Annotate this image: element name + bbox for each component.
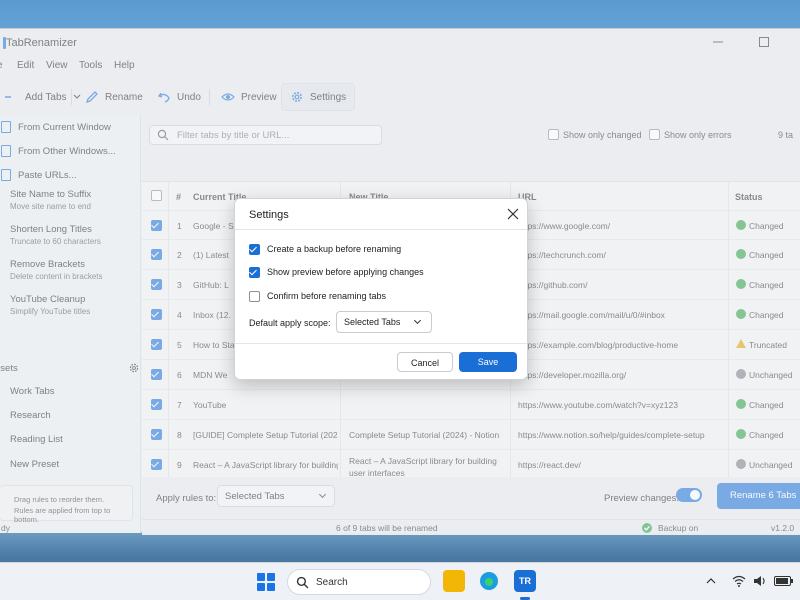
windows-logo-icon	[267, 573, 275, 581]
windows-logo-icon	[267, 583, 275, 591]
setting-checkbox[interactable]	[249, 291, 260, 302]
taskbar-search-label: Search	[316, 577, 348, 588]
wifi-icon[interactable]	[732, 575, 746, 587]
chevron-up-icon[interactable]	[706, 577, 716, 585]
chevron-down-icon	[413, 316, 422, 325]
search-icon	[296, 576, 309, 589]
speaker-icon[interactable]	[753, 575, 767, 587]
setting-label: Confirm before renaming tabs	[267, 291, 387, 301]
setting-option[interactable]: Confirm before renaming tabs	[249, 289, 509, 305]
setting-option[interactable]: Create a backup before renaming	[249, 242, 509, 258]
close-icon[interactable]	[507, 208, 519, 220]
default-scope-select[interactable]: Selected Tabs	[336, 311, 432, 333]
dialog-divider	[235, 229, 527, 230]
setting-checkbox[interactable]	[249, 244, 260, 255]
taskbar: Search TR	[0, 562, 800, 600]
taskbar-search[interactable]: Search	[287, 569, 431, 595]
setting-label: Show preview before applying changes	[267, 267, 424, 277]
scope-label: Default apply scope:	[249, 318, 331, 328]
checkmark-icon	[249, 267, 257, 276]
dialog-title: Settings	[249, 209, 289, 221]
setting-option[interactable]: Show preview before applying changes	[249, 265, 509, 281]
checkmark-icon	[249, 244, 257, 253]
windows-logo-icon	[257, 573, 265, 581]
battery-icon[interactable]	[774, 576, 794, 586]
edge-browser-icon[interactable]	[478, 570, 500, 592]
windows-logo-icon	[257, 583, 265, 591]
cancel-button[interactable]: Cancel	[397, 352, 453, 372]
setting-checkbox[interactable]	[249, 267, 260, 278]
start-button[interactable]	[257, 573, 275, 591]
file-explorer-icon[interactable]	[443, 570, 465, 592]
setting-label: Create a backup before renaming	[267, 244, 402, 254]
scope-value: Selected Tabs	[344, 317, 401, 327]
tabrenamizer-taskbar-icon[interactable]: TR	[514, 570, 536, 592]
settings-dialog: Settings Create a backup before renaming…	[234, 198, 528, 380]
save-button[interactable]: Save	[459, 352, 517, 372]
dialog-divider	[235, 343, 527, 344]
